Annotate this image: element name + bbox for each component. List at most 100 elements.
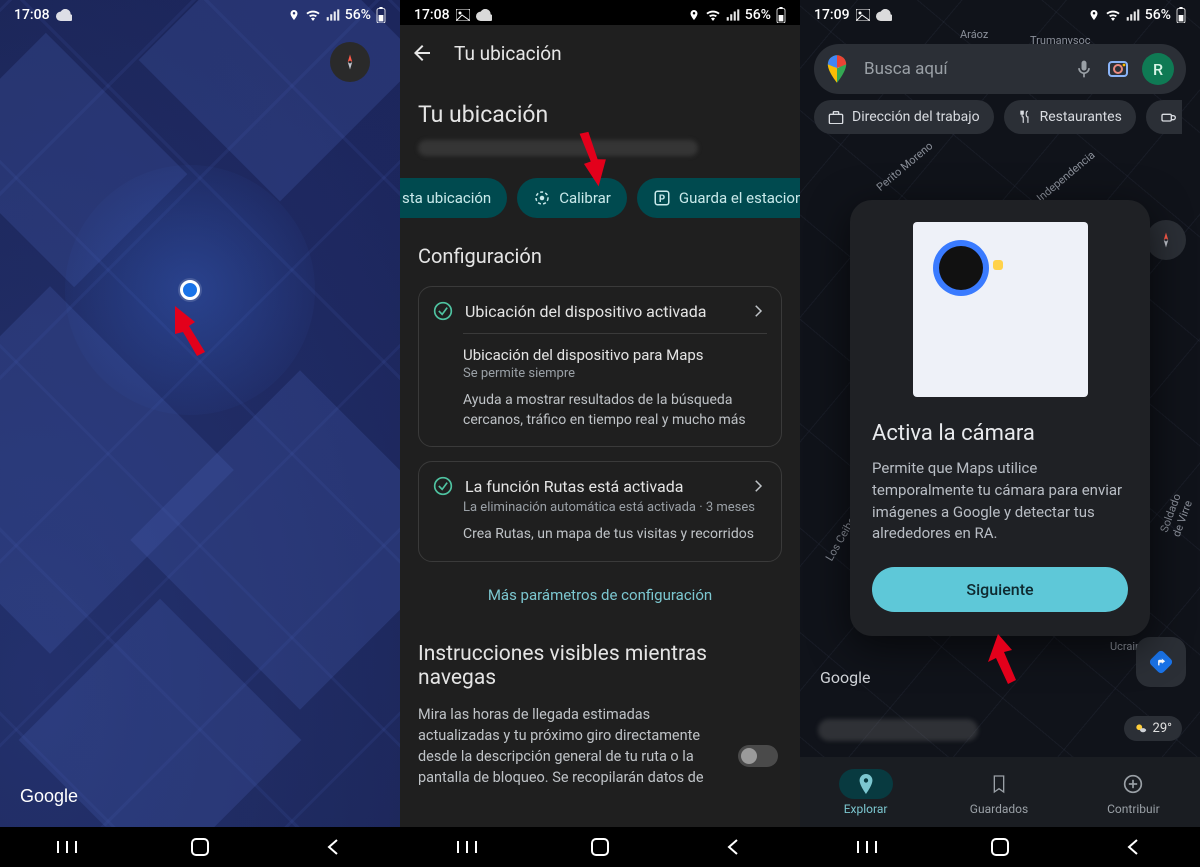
modal-body: Permite que Maps utilice temporalmente t… (872, 458, 1128, 545)
device-location-card[interactable]: Ubicación del dispositivo activada Ubica… (418, 286, 782, 447)
current-location-dot[interactable] (180, 280, 200, 300)
app-bar: Tu ubicación (400, 25, 800, 81)
back-button[interactable] (1122, 836, 1144, 858)
sun-icon (1134, 722, 1148, 736)
status-battery: 56% (345, 7, 371, 23)
parking-icon: P (653, 189, 671, 207)
cloud-icon (476, 9, 492, 21)
briefcase-icon (828, 110, 844, 124)
chevron-right-icon (749, 302, 767, 320)
temperature-label: 29° (1153, 721, 1172, 736)
recents-button[interactable] (56, 836, 78, 858)
bottom-nav: Explorar Guardados Contribuir (800, 757, 1200, 827)
instructions-paragraph: Mira las horas de llegada estimadas actu… (400, 704, 800, 788)
map-canvas[interactable] (0, 0, 400, 867)
modal-title: Activa la cámara (872, 421, 1128, 446)
search-bar[interactable]: Busca aquí R (814, 44, 1186, 94)
card-title: La función Rutas está activada (465, 477, 683, 496)
avatar-initial: R (1153, 60, 1163, 79)
map-blocks (0, 0, 400, 867)
android-nav-bar (0, 827, 400, 867)
calibrate-icon (533, 189, 551, 207)
compass-button[interactable] (1146, 220, 1186, 260)
action-chip-row: sta ubicación Calibrar P Guarda el estac… (400, 172, 800, 234)
battery-icon (376, 7, 386, 23)
directions-icon (1149, 650, 1173, 674)
wifi-icon (1105, 9, 1121, 21)
check-circle-icon (433, 301, 453, 321)
home-button[interactable] (589, 836, 611, 858)
more-chip[interactable] (1146, 100, 1182, 134)
share-location-chip[interactable]: sta ubicación (400, 178, 507, 218)
card-description: Crea Rutas, un mapa de tus visitas y rec… (463, 525, 767, 545)
routes-card[interactable]: La función Rutas está activada La elimin… (418, 461, 782, 562)
nav-label: Explorar (844, 802, 888, 816)
compass-icon (341, 53, 359, 71)
calibrate-chip[interactable]: Calibrar (517, 178, 627, 218)
settings-panel[interactable]: Tu ubicación Tu ubicación sta ubicación … (400, 25, 800, 827)
google-watermark: Google (20, 786, 78, 807)
image-icon (456, 9, 470, 21)
app-bar-title: Tu ubicación (454, 42, 562, 65)
location-icon (688, 8, 700, 22)
card-description: Ayuda a mostrar resultados de la búsqued… (463, 391, 767, 430)
maps-logo-icon (826, 55, 852, 83)
google-watermark: Google (820, 668, 871, 687)
cloud-icon (876, 9, 892, 21)
nav-label: Guardados (970, 802, 1028, 816)
status-battery: 56% (1145, 7, 1171, 23)
mic-icon[interactable] (1074, 58, 1094, 80)
home-button[interactable] (189, 836, 211, 858)
recents-button[interactable] (456, 836, 478, 858)
cloud-icon (56, 9, 72, 21)
work-address-chip[interactable]: Dirección del trabajo (814, 100, 994, 134)
nav-label: Contribuir (1107, 802, 1160, 816)
svg-text:P: P (659, 194, 665, 205)
card-subtext: La eliminación automática está activada … (463, 500, 767, 515)
signal-icon (726, 9, 740, 21)
back-arrow-icon[interactable] (410, 41, 434, 65)
android-nav-bar (400, 827, 800, 867)
instructions-toggle[interactable] (738, 745, 778, 767)
weather-chip[interactable]: 29° (1124, 716, 1182, 741)
status-time: 17:09 (814, 7, 850, 23)
nav-saved[interactable]: Guardados (970, 769, 1028, 816)
card-title: Ubicación del dispositivo activada (465, 302, 706, 321)
battery-icon (1176, 7, 1186, 23)
directions-fab[interactable] (1136, 637, 1186, 687)
chip-label: Dirección del trabajo (852, 109, 980, 125)
lens-icon[interactable] (1106, 57, 1130, 81)
config-heading: Configuración (400, 234, 800, 280)
plus-circle-icon (1123, 774, 1143, 794)
pin-icon (857, 774, 875, 794)
recents-button[interactable] (856, 836, 878, 858)
camera-permission-modal: Activa la cámara Permite que Maps utilic… (850, 200, 1150, 636)
status-time: 17:08 (414, 7, 450, 23)
image-icon (856, 9, 870, 21)
nav-contribute[interactable]: Contribuir (1105, 769, 1161, 816)
back-button[interactable] (722, 836, 744, 858)
status-bar: 17:08 56% (400, 0, 800, 30)
back-button[interactable] (322, 836, 344, 858)
restaurants-chip[interactable]: Restaurantes (1004, 100, 1136, 134)
compass-button[interactable] (330, 42, 370, 82)
address-blurred (418, 140, 698, 156)
save-parking-chip[interactable]: P Guarda el estaciona (637, 178, 800, 218)
phone-screen-3: Aráoz Trumanysoc Perito Moreno Independe… (800, 0, 1200, 867)
status-battery: 56% (745, 7, 771, 23)
modal-illustration (913, 222, 1088, 397)
home-button[interactable] (989, 836, 1011, 858)
chip-label: Calibrar (559, 189, 611, 207)
status-bar: 17:08 56% (0, 0, 400, 30)
chip-label: Restaurantes (1040, 109, 1122, 125)
more-settings-link[interactable]: Más parámetros de configuración (400, 576, 800, 630)
profile-avatar[interactable]: R (1142, 53, 1174, 85)
next-button[interactable]: Siguiente (872, 567, 1128, 612)
search-placeholder: Busca aquí (864, 59, 1062, 79)
camera-lens-graphic (939, 246, 983, 290)
instructions-heading: Instrucciones visibles mientras navegas (400, 630, 800, 704)
nav-explore[interactable]: Explorar (839, 769, 893, 816)
street-label: Soldado de Virre (1158, 487, 1198, 538)
status-time: 17:08 (14, 7, 50, 23)
bookmark-icon (991, 774, 1007, 794)
